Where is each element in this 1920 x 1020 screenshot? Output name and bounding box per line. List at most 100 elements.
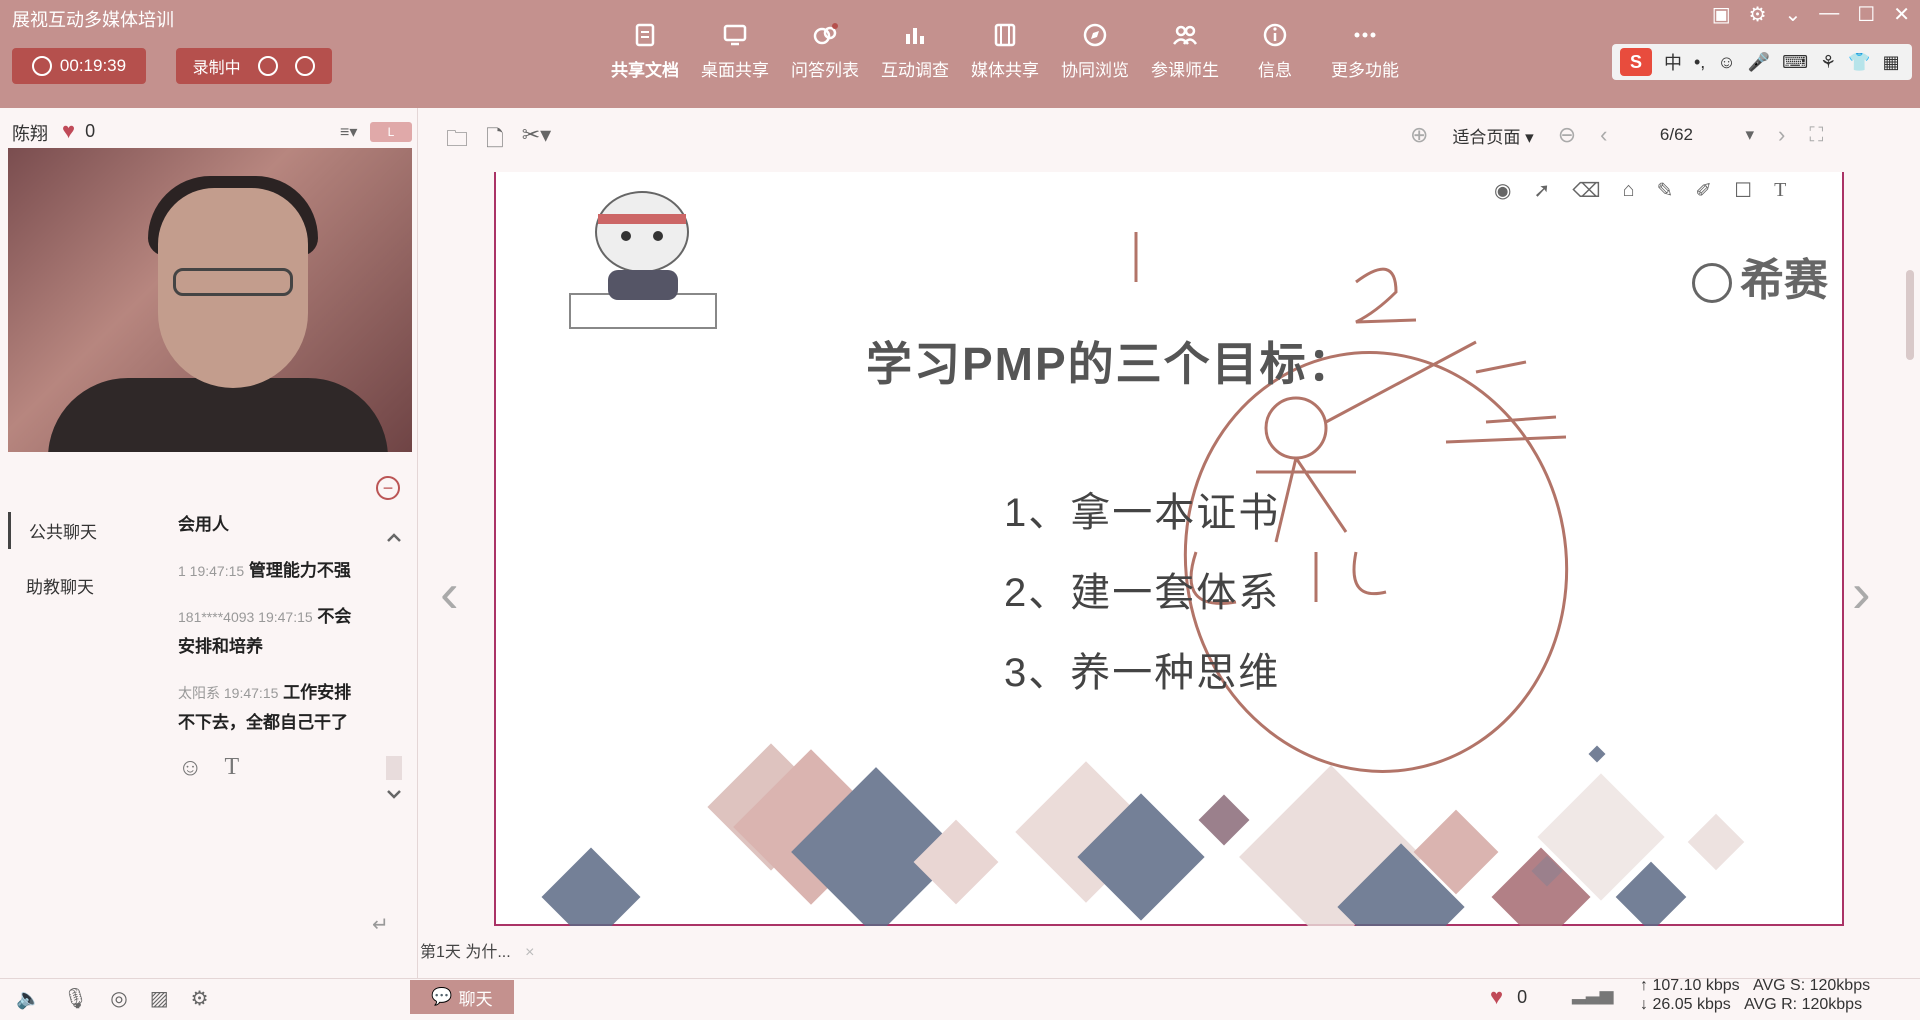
layout-icon[interactable]: ▣ — [1712, 2, 1731, 27]
next-slide-icon[interactable]: › — [1852, 560, 1871, 625]
toolbar-label: 问答列表 — [791, 61, 859, 80]
drawing-toolbar: ◉ ➚ ⌫ ⌂ ✎ ✐ ☐ T — [1494, 178, 1786, 203]
keyboard-icon[interactable]: ⌨ — [1782, 52, 1808, 73]
tab-assistant-chat[interactable]: 助教聊天 — [8, 567, 115, 604]
grid-icon[interactable]: ▦ — [1883, 52, 1900, 73]
toolbar-label: 更多功能 — [1331, 61, 1399, 80]
heart-icon[interactable]: ♥ — [62, 118, 75, 144]
zoom-in-icon[interactable]: ⊕ — [1410, 122, 1428, 148]
media-controls: 🔈 🎙 ◎ ▨ ⚙ — [16, 986, 209, 1011]
chevron-down-icon[interactable]: ⌄ — [1785, 2, 1802, 27]
pause-icon[interactable] — [258, 56, 278, 76]
presenter-likes: ♥ 0 — [62, 118, 95, 144]
ime-chinese-icon[interactable]: 中 — [1664, 49, 1682, 75]
sogou-logo-icon[interactable]: S — [1620, 48, 1652, 76]
avg-receive: AVG R: 120kbps — [1744, 996, 1863, 1013]
co-browse-button[interactable]: 协同浏览 — [1050, 20, 1140, 90]
close-icon[interactable]: × — [525, 944, 534, 961]
prev-page-icon[interactable]: ‹ — [1600, 122, 1607, 148]
collapse-button[interactable]: − — [376, 476, 400, 500]
chat-message: 会用人 — [178, 510, 360, 540]
stop-icon[interactable] — [295, 56, 316, 76]
fullscreen-icon[interactable]: ⛶ — [1809, 124, 1823, 147]
cat-mascot-icon — [569, 191, 717, 329]
record-icon[interactable]: ◉ — [1494, 178, 1511, 203]
heart-icon[interactable]: ♥ — [1490, 984, 1503, 1010]
image-icon[interactable]: ▨ — [150, 986, 169, 1011]
close-icon[interactable]: ✕ — [1893, 2, 1910, 27]
chat-button[interactable]: 💬 聊天 — [410, 980, 514, 1014]
goal-3: 3、养一种思维 — [1004, 651, 1281, 695]
zoom-out-icon[interactable]: ⊖ — [1558, 122, 1576, 148]
ime-punct-icon[interactable]: •, — [1694, 52, 1705, 73]
media-icon — [990, 20, 1020, 50]
presenter-name: 陈翔 — [12, 124, 48, 144]
qa-list-button[interactable]: 问答列表 — [780, 20, 870, 90]
chat-bubble-icon: 💬 — [431, 987, 453, 1006]
app-title: 展视互动多媒体培训 — [12, 10, 174, 30]
mic-icon[interactable]: 🎤 — [1748, 52, 1770, 73]
scissors-icon[interactable]: ✂▾ — [522, 122, 551, 160]
emoji-icon[interactable]: ☺ — [1717, 52, 1735, 73]
enter-icon[interactable]: ↵ — [372, 912, 389, 937]
scroll-down-icon[interactable] — [384, 784, 404, 804]
emoji-icon[interactable]: ☺ — [178, 754, 203, 782]
zoom-select[interactable]: 适合页面 ▾ — [1452, 123, 1533, 148]
slide-logo: 希赛 — [1692, 244, 1828, 308]
list-icon[interactable]: ≡▾ — [340, 122, 357, 142]
eraser-icon[interactable]: ⌫ — [1572, 178, 1600, 203]
more-features-button[interactable]: 更多功能 — [1320, 20, 1410, 90]
chat-message: 太阳系 19:47:15 工作安排不下去，全都自己干了 — [178, 678, 360, 738]
bottom-likes: ♥ 0 — [1490, 984, 1527, 1010]
message-meta: 1 19:47:15 — [178, 563, 245, 579]
pen-icon[interactable]: ✎ — [1657, 178, 1674, 203]
gear-icon[interactable]: ⚙ — [1749, 2, 1767, 27]
page-dropdown-icon[interactable]: ▾ — [1745, 125, 1754, 145]
speaker-icon[interactable]: 🔈 — [16, 986, 41, 1011]
compass-icon — [1080, 20, 1110, 50]
next-page-icon[interactable]: › — [1778, 122, 1785, 148]
bottom-bar — [0, 978, 1920, 1020]
highlighter-icon[interactable]: ✐ — [1695, 178, 1712, 203]
document-icon — [630, 20, 660, 50]
folder-icon[interactable]: 🗀 — [446, 122, 468, 160]
shirt-icon[interactable]: 👕 — [1848, 52, 1870, 73]
share-document-button[interactable]: 共享文档 — [600, 20, 690, 90]
camera-icon[interactable]: ◎ — [110, 986, 127, 1011]
recording-control[interactable]: 录制中 — [176, 48, 332, 84]
upload-rate: 107.10 kbps — [1652, 977, 1740, 994]
main-toolbar: 共享文档 桌面共享 问答列表 互动调查 媒体共享 协同浏览 参课师生 信息 更多… — [600, 20, 1410, 90]
video-glasses — [173, 268, 293, 296]
toolbar-label: 协同浏览 — [1061, 61, 1129, 80]
survey-button[interactable]: 互动调查 — [870, 20, 960, 90]
media-share-button[interactable]: 媒体共享 — [960, 20, 1050, 90]
likes-count: 0 — [85, 120, 96, 141]
mic-icon[interactable]: 🎙 — [63, 986, 88, 1011]
toolbar-label: 共享文档 — [611, 61, 679, 80]
desktop-share-button[interactable]: 桌面共享 — [690, 20, 780, 90]
broom-icon[interactable]: ⌂ — [1623, 179, 1635, 202]
user-icon[interactable]: ⚘ — [1820, 52, 1836, 73]
prev-slide-icon[interactable]: ‹ — [440, 560, 459, 625]
settings-icon[interactable]: ⚙ — [191, 986, 209, 1011]
course-tab[interactable]: 第1天 为什... × — [420, 938, 534, 962]
chat-scrollbar[interactable] — [386, 756, 402, 780]
info-button[interactable]: 信息 — [1230, 20, 1320, 90]
text-format-icon[interactable]: T — [225, 754, 240, 782]
tab-public-chat[interactable]: 公共聊天 — [8, 512, 115, 549]
page-indicator[interactable]: 6/62 — [1631, 125, 1721, 145]
text-tool-icon[interactable]: T — [1774, 179, 1786, 202]
survey-icon — [900, 20, 930, 50]
participants-button[interactable]: 参课师生 — [1140, 20, 1230, 90]
slide-decoration — [541, 191, 1745, 926]
scroll-up-icon[interactable] — [384, 528, 404, 548]
main-scrollbar[interactable] — [1906, 270, 1914, 360]
maximize-icon[interactable]: ☐ — [1857, 2, 1875, 27]
pointer-icon[interactable]: ➚ — [1533, 178, 1550, 203]
file-icon[interactable]: 🗋 — [486, 122, 504, 160]
minimize-icon[interactable]: — — [1819, 2, 1839, 27]
rectangle-icon[interactable]: ☐ — [1734, 178, 1752, 203]
chat-messages: 会用人 1 19:47:15 管理能力不强 181****4093 19:47:… — [178, 510, 360, 782]
xisai-logo-icon — [1692, 263, 1732, 304]
toolbar-label: 参课师生 — [1151, 61, 1219, 80]
